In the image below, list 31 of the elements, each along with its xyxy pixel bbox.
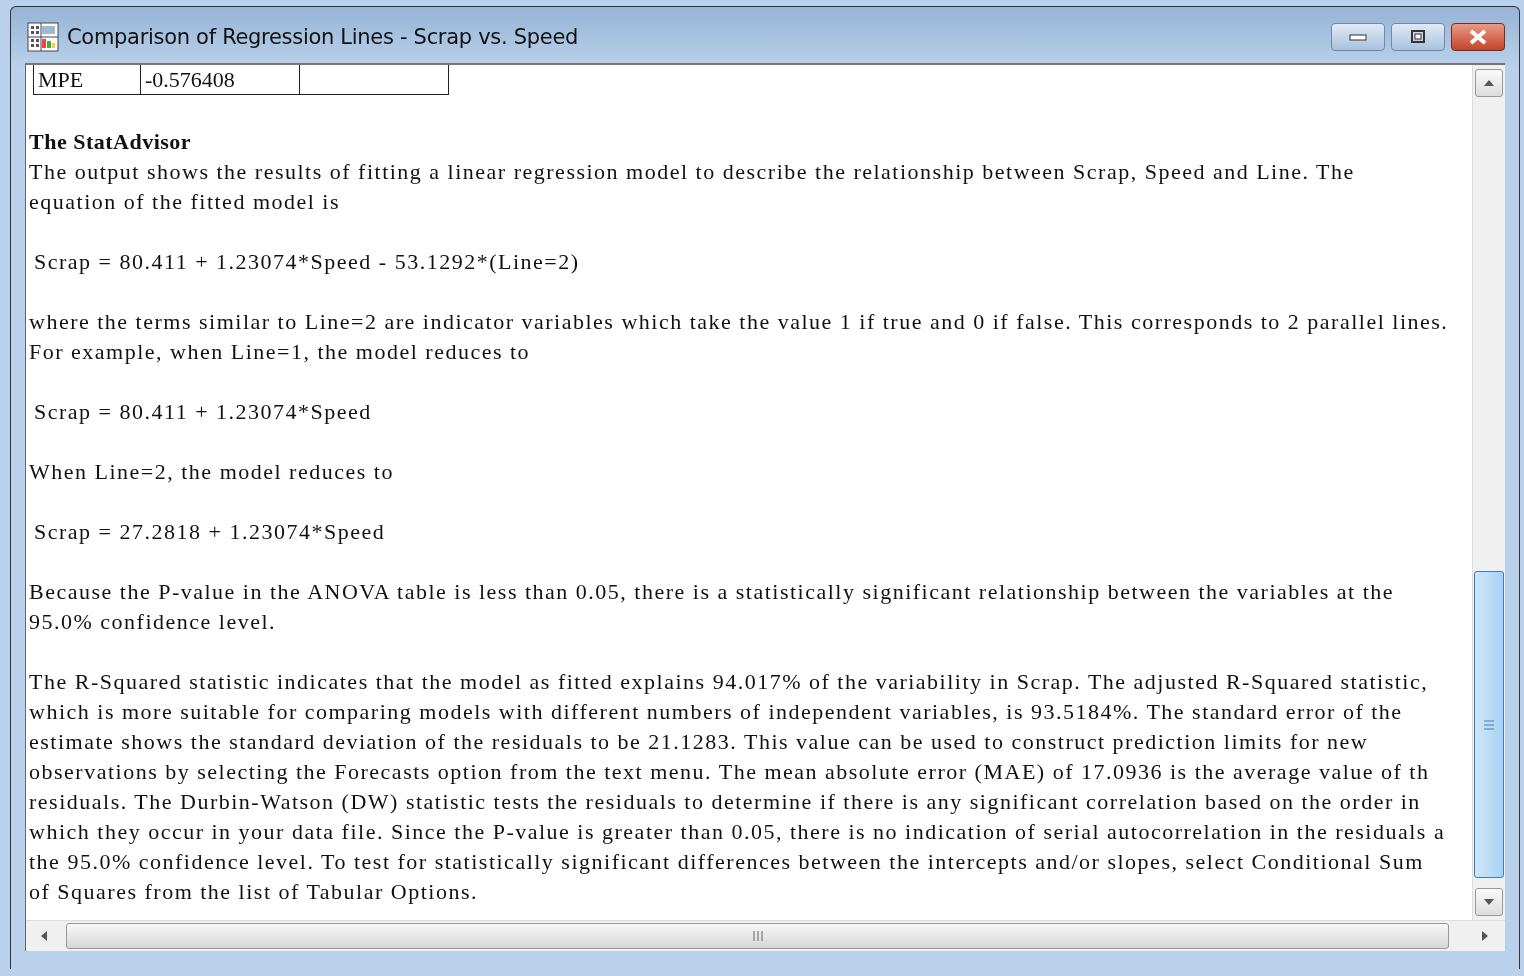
scroll-up-button[interactable]	[1475, 69, 1503, 97]
paragraph-text: where the terms similar to Line=2 are indicator variables which take the value 1 if true and 0 if false. This corresponds to 2 parallel lines. For example, when Line=1, the model reduces to	[29, 308, 1449, 366]
left-arrow-icon	[40, 930, 48, 942]
equation-text: Scrap = 80.411 + 1.23074*Speed - 53.1292*(Line=2)	[34, 248, 580, 276]
minimize-button[interactable]	[1331, 23, 1385, 51]
vertical-scrollbar[interactable]	[1472, 65, 1505, 920]
minimize-icon	[1348, 32, 1368, 42]
grip-icon	[750, 930, 765, 942]
maximize-button[interactable]	[1391, 23, 1445, 51]
right-arrow-icon	[1481, 930, 1489, 942]
grip-icon	[1483, 719, 1495, 730]
window-title: Comparison of Regression Lines - Scrap vs. Speed	[67, 25, 579, 49]
paragraph-text: When Line=2, the model reduces to	[29, 458, 394, 486]
scroll-thumb[interactable]	[66, 923, 1449, 949]
paragraph-text: The R-Squared statistic indicates that the model as fitted explains 94.017% of the variability in Scrap. The adjusted R-Squared statistic, which is more suitable for comparing models with different numbers of independent variables, is 93.5184%. The standard error of the estimate shows the standard deviation of the residuals to be 21.1283. This value can be used to construct prediction limits for new observations by selecting the Forecasts option from the text menu. The mean absolute error (MAE) of 17.0936 is the average value of th residuals. The Durbin-Watson (DW) statistic tests the residuals to determine if there is any significant correlation based on the order in which they occur in your data file. Since the P-value is greater than 0.05, there is no indication of serial autocorrelation in the residuals a the 95.0% confidence level. To test for statistically significant differences between the intercepts and/or slopes, select Conditional Sum of Squares from the list of Tabular Options.	[29, 668, 1446, 906]
scroll-thumb[interactable]	[1474, 571, 1504, 878]
close-icon	[1467, 29, 1489, 45]
up-arrow-icon	[1483, 79, 1495, 87]
section-heading: The StatAdvisor	[29, 128, 192, 156]
paragraph-text: The output shows the results of fitting a linear regression model to describe the relationship between Scrap, Speed and Line. The equation of the fitted model is	[29, 158, 1355, 216]
down-arrow-icon	[1483, 898, 1495, 906]
maximize-icon	[1408, 30, 1428, 44]
horizontal-scrollbar[interactable]	[26, 920, 1505, 951]
table-cell: MPE	[33, 65, 141, 95]
close-button[interactable]	[1451, 23, 1505, 51]
scroll-down-button[interactable]	[1475, 888, 1503, 916]
grid-icon	[27, 22, 59, 52]
equation-text: Scrap = 27.2818 + 1.23074*Speed	[34, 518, 386, 546]
paragraph-text: Because the P-value in the ANOVA table is less than 0.05, there is a statistically significant relationship between the variables at the 95.0% confidence level.	[29, 578, 1394, 636]
table-cell: -0.576408	[140, 65, 300, 95]
equation-text: Scrap = 80.411 + 1.23074*Speed	[34, 398, 372, 426]
